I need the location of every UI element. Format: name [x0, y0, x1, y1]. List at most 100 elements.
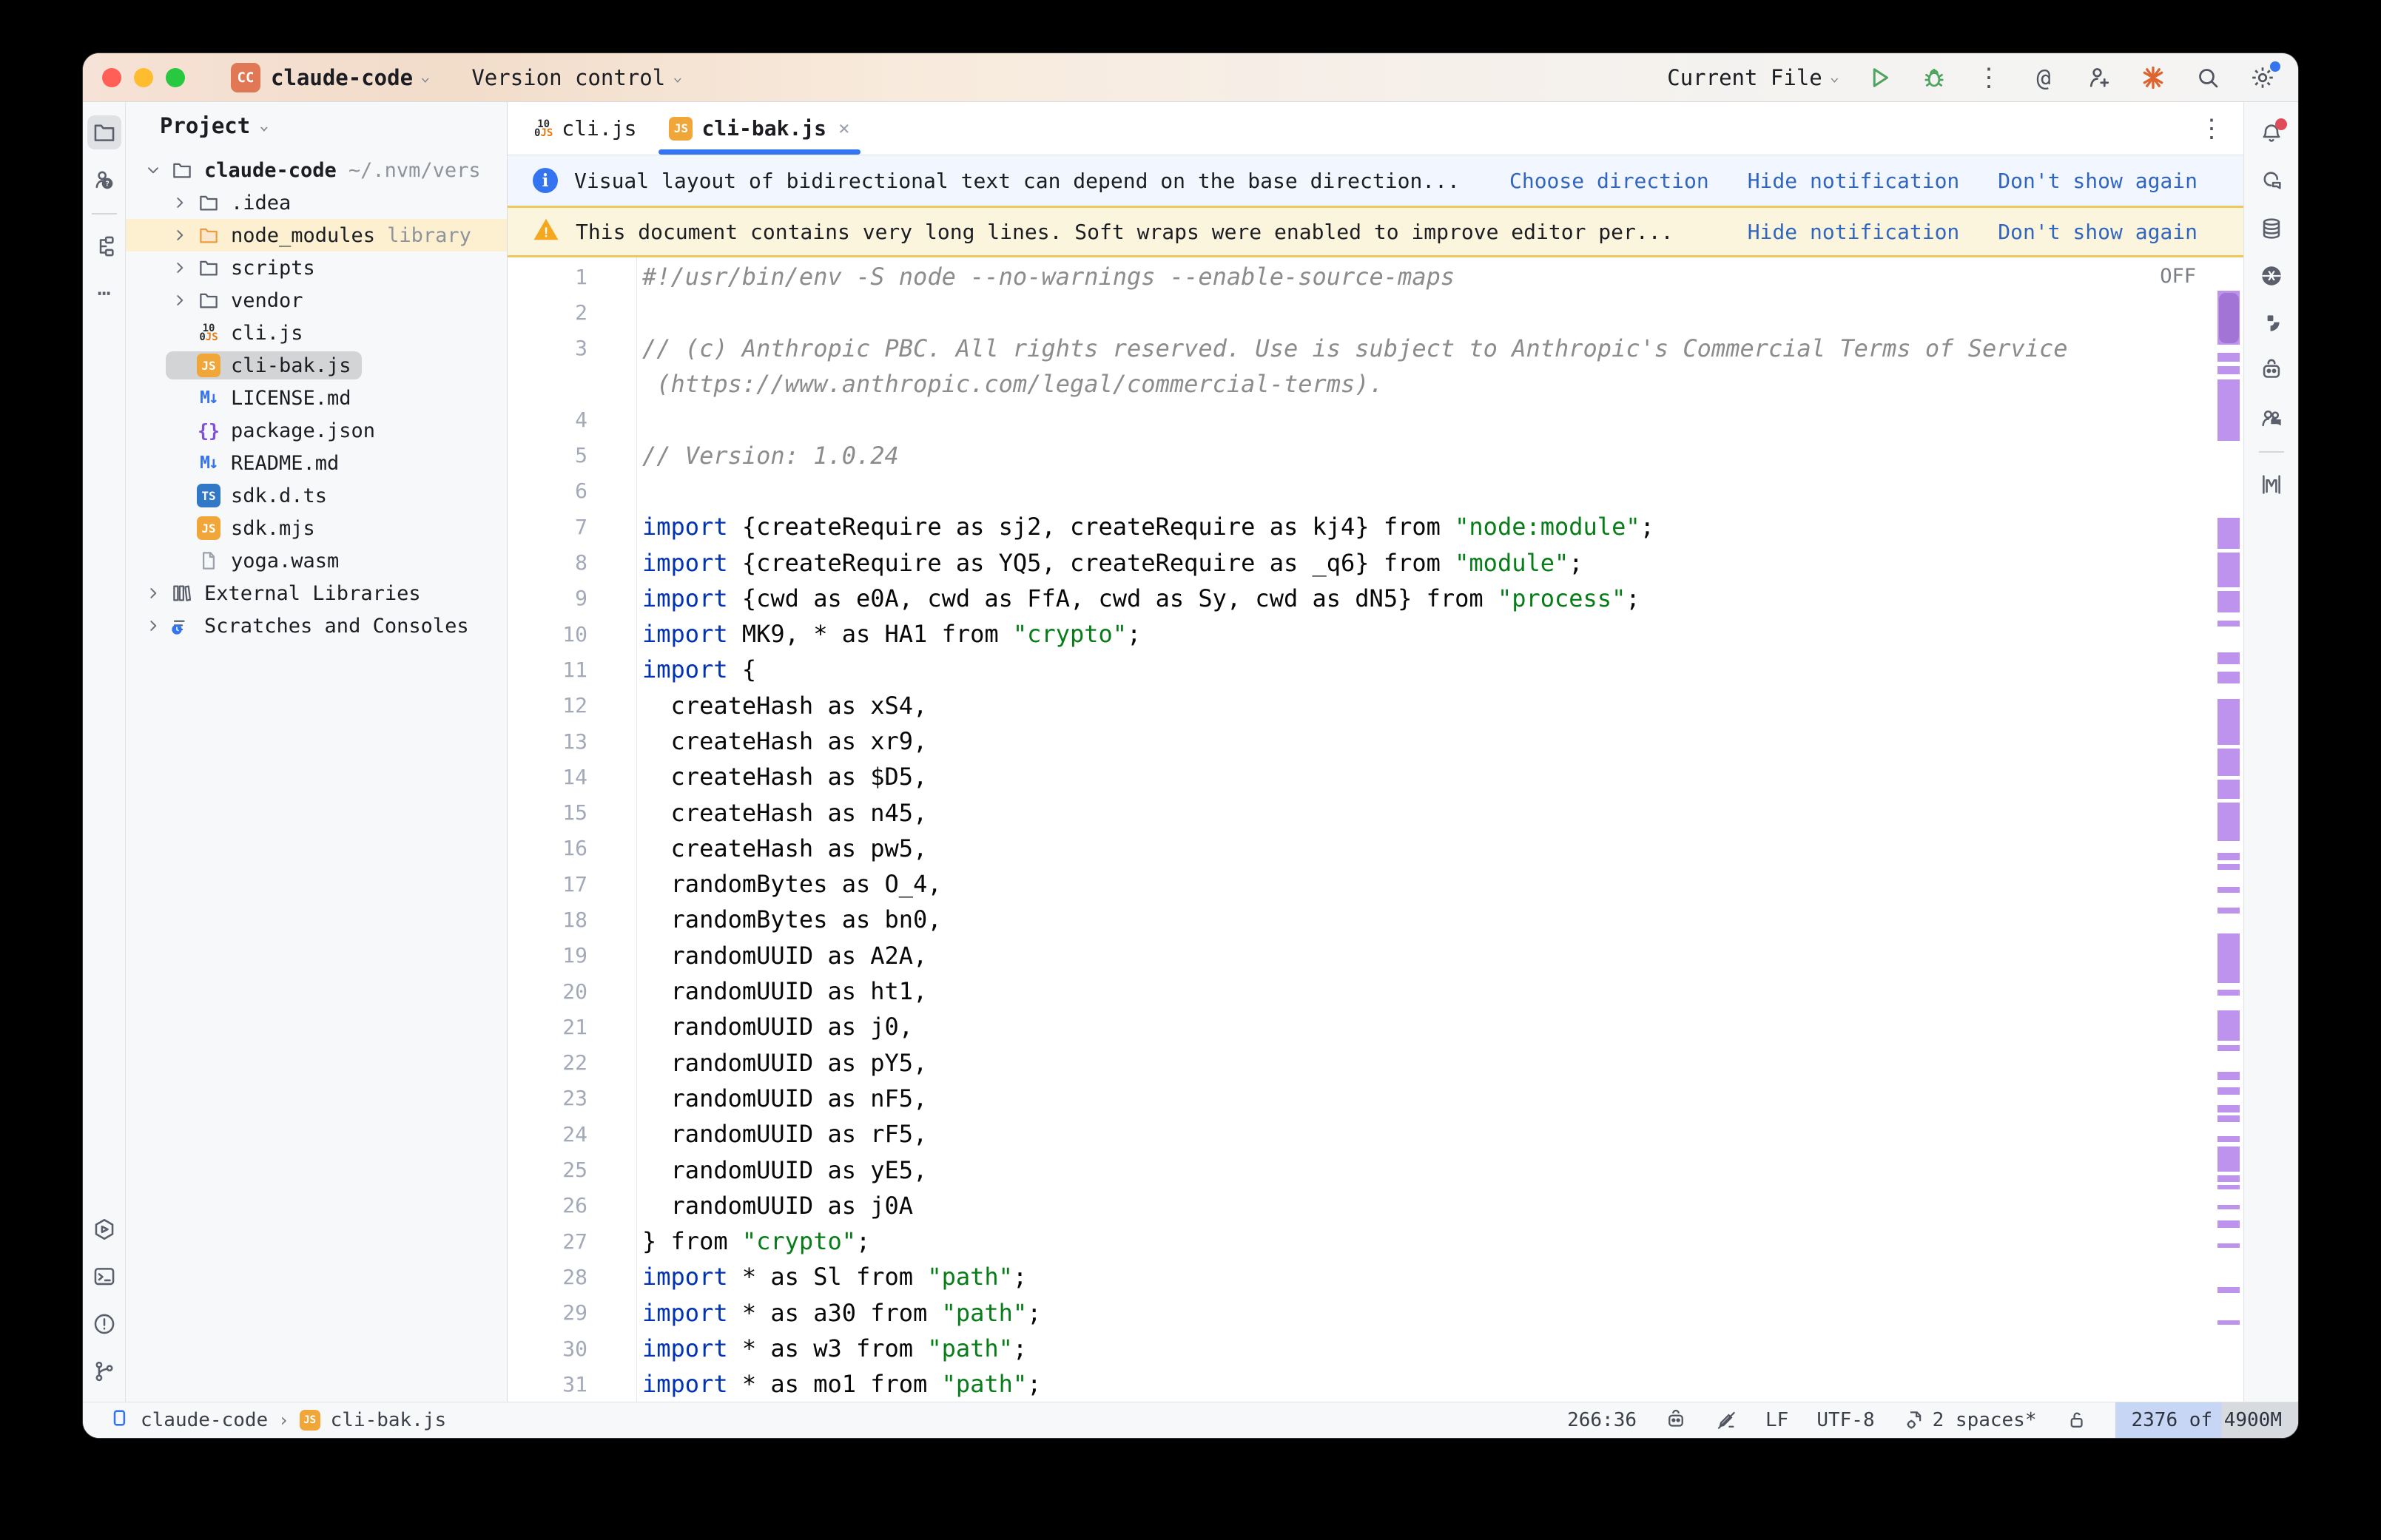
- code-line[interactable]: 10import MK9, * as HA1 from "crypto";: [508, 616, 2243, 652]
- code-line[interactable]: 3// (c) Anthropic PBC. All rights reserv…: [508, 331, 2243, 366]
- notifications-bell-icon[interactable]: [2254, 117, 2289, 151]
- add-user-icon[interactable]: [2084, 63, 2113, 92]
- search-icon[interactable]: [2193, 63, 2223, 92]
- problems-tool-icon[interactable]: [87, 1307, 121, 1341]
- chevron-down-icon[interactable]: [139, 161, 167, 180]
- code-line[interactable]: 7import {createRequire as sj2, createReq…: [508, 509, 2243, 544]
- code-line[interactable]: 23 randomUUID as nF5,: [508, 1081, 2243, 1116]
- tree-item-sdk-mjs[interactable]: JSsdk.mjs: [126, 512, 507, 544]
- chevron-right-icon[interactable]: [166, 291, 194, 310]
- code-line[interactable]: 21 randomUUID as j0,: [508, 1009, 2243, 1044]
- banner-action-hide-notification[interactable]: Hide notification: [1748, 169, 1960, 193]
- code-line[interactable]: 4: [508, 402, 2243, 437]
- close-window-button[interactable]: [102, 68, 121, 87]
- settings-gear-icon[interactable]: [2248, 63, 2277, 92]
- project-name-menu[interactable]: claude-code ⌄: [271, 65, 430, 90]
- banner-action-choose-direction[interactable]: Choose direction: [1509, 169, 1709, 193]
- code-line[interactable]: 13 createHash as xr9,: [508, 723, 2243, 759]
- tree-item-node-modules[interactable]: node_moduleslibrary: [126, 219, 507, 251]
- claude-spark-icon[interactable]: [2138, 63, 2168, 92]
- run-configuration-select[interactable]: Current File ⌄: [1667, 65, 1839, 90]
- tree-item-claude-code[interactable]: claude-code~/.nvm/vers: [126, 154, 507, 186]
- code-line[interactable]: 31import * as mo1 from "path";: [508, 1366, 2243, 1402]
- code-line[interactable]: 2: [508, 294, 2243, 330]
- banner-action-don-t-show-again[interactable]: Don't show again: [1998, 169, 2198, 193]
- tree-item-yoga-wasm[interactable]: yoga.wasm: [126, 544, 507, 577]
- inspections-widget[interactable]: OFF: [2160, 265, 2196, 288]
- code-area[interactable]: 1#!/usr/bin/env -S node --no-warnings --…: [508, 257, 2243, 1402]
- code-line[interactable]: 25 randomUUID as yE5,: [508, 1152, 2243, 1187]
- editor-scrollbar[interactable]: [2215, 257, 2243, 1402]
- code-line[interactable]: 27} from "crypto";: [508, 1223, 2243, 1259]
- code-with-me-icon[interactable]: [2254, 401, 2289, 435]
- code-line[interactable]: 18 randomBytes as bn0,: [508, 902, 2243, 937]
- chevron-right-icon[interactable]: [166, 258, 194, 277]
- services-tool-icon[interactable]: [87, 1212, 121, 1246]
- indent-widget[interactable]: 2 spaces*: [1903, 1409, 2037, 1431]
- tree-item-readme-md[interactable]: M↓README.md: [126, 447, 507, 479]
- tree-item--idea[interactable]: .idea: [126, 186, 507, 219]
- code-line[interactable]: 14 createHash as $D5,: [508, 759, 2243, 794]
- code-line[interactable]: 6: [508, 473, 2243, 509]
- project-tool-icon[interactable]: [87, 115, 121, 149]
- git-branch-icon[interactable]: [87, 1354, 121, 1388]
- code-line[interactable]: 26 randomUUID as j0A: [508, 1188, 2243, 1223]
- vcs-menu[interactable]: Version control ⌄: [471, 65, 682, 90]
- breadcrumb-file[interactable]: cli-bak.js: [331, 1409, 447, 1431]
- ai-assistant-icon[interactable]: [2254, 164, 2289, 198]
- chevron-right-icon[interactable]: [139, 584, 167, 603]
- code-line[interactable]: 16 createHash as pw5,: [508, 831, 2243, 866]
- code-editor[interactable]: 1#!/usr/bin/env -S node --no-warnings --…: [508, 257, 2243, 1402]
- minimize-window-button[interactable]: [134, 68, 153, 87]
- tree-item-vendor[interactable]: vendor: [126, 284, 507, 317]
- code-line[interactable]: (https://www.anthropic.com/legal/commerc…: [508, 366, 2243, 402]
- tab-options-button[interactable]: ⋮: [2199, 102, 2243, 155]
- x-plugin-icon[interactable]: X: [2254, 259, 2289, 293]
- lock-icon[interactable]: [2065, 1409, 2087, 1431]
- readonly-pen-icon[interactable]: [1715, 1409, 1737, 1431]
- chevron-right-icon[interactable]: [139, 616, 167, 635]
- code-line[interactable]: 19 randomUUID as A2A,: [508, 938, 2243, 973]
- learn-user-icon[interactable]: ?: [87, 163, 121, 197]
- copilot-icon[interactable]: [2254, 354, 2289, 388]
- mention-icon[interactable]: @: [2029, 63, 2058, 92]
- more-tool-windows-icon[interactable]: ⋯: [87, 277, 121, 311]
- memory-indicator[interactable]: 2376 of 4900M: [2115, 1402, 2299, 1438]
- caret-position-widget[interactable]: 266:36: [1567, 1409, 1637, 1431]
- tree-item-scratches-and-consoles[interactable]: Scratches and Consoles: [126, 609, 507, 642]
- breadcrumb-project[interactable]: claude-code: [141, 1409, 268, 1431]
- tree-item-scripts[interactable]: scripts: [126, 251, 507, 284]
- tree-item-package-json[interactable]: {}package.json: [126, 414, 507, 447]
- code-line[interactable]: 17 randomBytes as O_4,: [508, 866, 2243, 902]
- tree-item-cli-js[interactable]: 100JScli.js: [126, 317, 507, 349]
- code-line[interactable]: 1#!/usr/bin/env -S node --no-warnings --…: [508, 259, 2243, 294]
- run-button[interactable]: [1865, 63, 1894, 92]
- more-actions-button[interactable]: ⋮: [1974, 63, 2004, 92]
- code-line[interactable]: 20 randomUUID as ht1,: [508, 973, 2243, 1009]
- tab-cli-js[interactable]: 100JS cli.js: [518, 102, 653, 155]
- zoom-window-button[interactable]: [166, 68, 185, 87]
- tree-item-sdk-d-ts[interactable]: TSsdk.d.ts: [126, 479, 507, 512]
- chevron-right-icon[interactable]: [166, 193, 194, 212]
- close-tab-icon[interactable]: ×: [838, 118, 850, 140]
- code-line[interactable]: 29import * as a30 from "path";: [508, 1295, 2243, 1331]
- tree-item-external-libraries[interactable]: External Libraries: [126, 577, 507, 609]
- code-line[interactable]: 11import {: [508, 652, 2243, 687]
- project-panel-header[interactable]: Project ⌄: [126, 102, 507, 149]
- code-line[interactable]: 9import {cwd as e0A, cwd as FfA, cwd as …: [508, 581, 2243, 616]
- code-line[interactable]: 12 createHash as xS4,: [508, 688, 2243, 723]
- code-line[interactable]: 28import * as Sl from "path";: [508, 1259, 2243, 1294]
- tab-cli-bak-js[interactable]: JS cli-bak.js ×: [653, 102, 866, 155]
- structure-tool-icon[interactable]: [87, 229, 121, 263]
- banner-action-hide-notification[interactable]: Hide notification: [1748, 220, 1960, 244]
- tree-item-cli-bak-js[interactable]: JScli-bak.js: [126, 349, 507, 382]
- code-line[interactable]: 15 createHash as n45,: [508, 794, 2243, 830]
- code-line[interactable]: 5// Version: 1.0.24: [508, 437, 2243, 473]
- line-ending-widget[interactable]: LF: [1765, 1409, 1788, 1431]
- ai-robot-status-icon[interactable]: [1665, 1409, 1687, 1431]
- terminal-tool-icon[interactable]: [87, 1260, 121, 1294]
- debug-button[interactable]: [1919, 63, 1949, 92]
- banner-action-don-t-show-again[interactable]: Don't show again: [1998, 220, 2198, 244]
- maven-tool-icon[interactable]: [2254, 467, 2289, 501]
- plugin-swirl-icon[interactable]: [2254, 306, 2289, 340]
